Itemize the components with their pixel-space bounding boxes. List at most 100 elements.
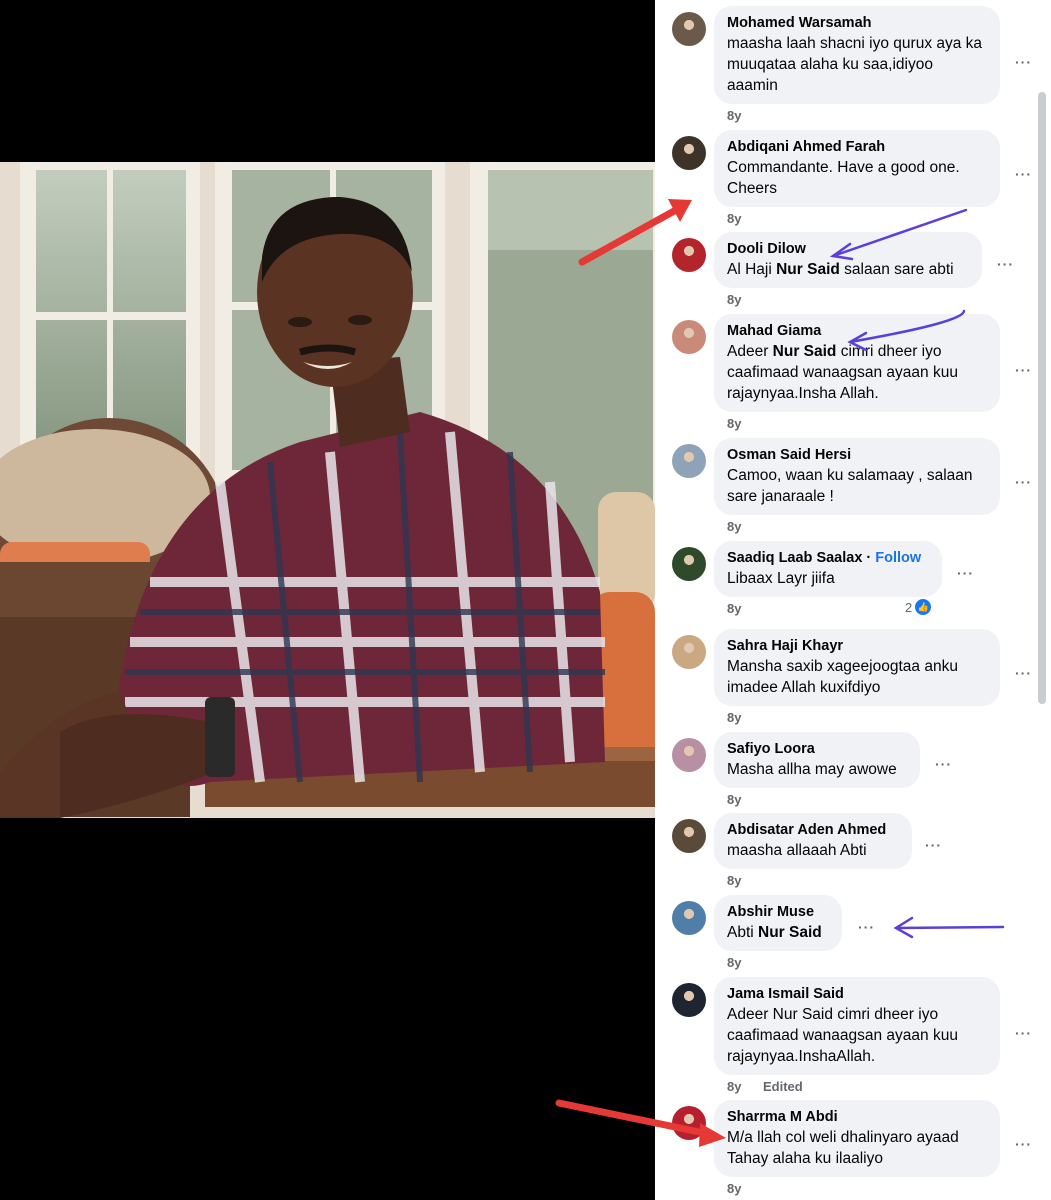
comment-text: Adeer Nur Said cimri dheer iyo caafimaad… bbox=[727, 341, 987, 404]
more-options-icon[interactable]: ··· bbox=[1015, 1025, 1032, 1041]
comment-text: Camoo, waan ku salamaay , salaan sare ja… bbox=[727, 467, 973, 505]
more-options-icon[interactable]: ··· bbox=[957, 565, 974, 581]
comment-bubble: Abdiqani Ahmed Farah Commandante. Have a … bbox=[714, 130, 1000, 207]
comment-bubble: Mohamed Warsamah maasha laah shacni iyo q… bbox=[714, 6, 1000, 104]
more-options-icon[interactable]: ··· bbox=[1015, 166, 1032, 182]
comment-bubble: Dooli Dilow Al Haji Nur Said salaan sare … bbox=[714, 232, 982, 288]
avatar[interactable] bbox=[672, 136, 706, 170]
more-options-icon[interactable]: ··· bbox=[1015, 474, 1032, 490]
avatar[interactable] bbox=[672, 738, 706, 772]
avatar-image bbox=[672, 238, 706, 272]
comment-text: maasha allaaah Abti bbox=[727, 842, 867, 859]
author-name[interactable]: Sharrma M Abdi bbox=[727, 1109, 838, 1125]
more-options-icon[interactable]: ··· bbox=[1015, 54, 1032, 70]
comment-timestamp[interactable]: 8y bbox=[727, 710, 741, 725]
comment-timestamp[interactable]: 8y bbox=[727, 601, 741, 616]
comment-timestamp[interactable]: 8y bbox=[727, 519, 741, 534]
author-name[interactable]: Mahad Giama bbox=[727, 323, 821, 339]
avatar[interactable] bbox=[672, 320, 706, 354]
comment-timestamp[interactable]: 8y bbox=[727, 292, 741, 307]
avatar[interactable] bbox=[672, 819, 706, 853]
comment-author: Saadiq Laab Saalax · Follow bbox=[727, 549, 929, 568]
comment-timestamp[interactable]: 8y bbox=[727, 211, 741, 226]
scrollbar[interactable] bbox=[1038, 92, 1046, 704]
comment-author: Osman Said Hersi bbox=[727, 446, 987, 465]
comment-text: Adeer Nur Said cimri dheer iyo caafimaad… bbox=[727, 1006, 958, 1065]
avatar[interactable] bbox=[672, 901, 706, 935]
separator-dot: · bbox=[866, 550, 872, 566]
avatar-image bbox=[672, 320, 706, 354]
follow-link[interactable]: Follow bbox=[875, 550, 921, 566]
comment-author: Jama Ismail Said bbox=[727, 985, 987, 1004]
comment-timestamp[interactable]: 8y bbox=[727, 792, 741, 807]
photo-panel bbox=[0, 0, 655, 1200]
avatar-image bbox=[672, 901, 706, 935]
comment-author: Sharrma M Abdi bbox=[727, 1108, 987, 1127]
avatar[interactable] bbox=[672, 238, 706, 272]
avatar[interactable] bbox=[672, 12, 706, 46]
mention-name[interactable]: Nur Said bbox=[776, 261, 840, 278]
comment-bubble: Abshir Muse Abti Nur Said bbox=[714, 895, 842, 951]
avatar-image bbox=[672, 444, 706, 478]
mention-name[interactable]: Nur Said bbox=[758, 924, 822, 941]
more-options-icon[interactable]: ··· bbox=[925, 837, 942, 853]
more-options-icon[interactable]: ··· bbox=[1015, 665, 1032, 681]
author-name[interactable]: Jama Ismail Said bbox=[727, 986, 844, 1002]
comment-bubble: Saadiq Laab Saalax · Follow Libaax Layr jii… bbox=[714, 541, 942, 597]
more-options-icon[interactable]: ··· bbox=[1015, 1136, 1032, 1152]
avatar[interactable] bbox=[672, 983, 706, 1017]
author-name[interactable]: Abdisatar Aden Ahmed bbox=[727, 822, 886, 838]
avatar[interactable] bbox=[672, 1106, 706, 1140]
comment-bubble: Jama Ismail Said Adeer Nur Said cimri dhe… bbox=[714, 977, 1000, 1075]
comment-text-part: Abti bbox=[727, 924, 759, 941]
comment-timestamp[interactable]: 8y bbox=[727, 108, 741, 123]
more-options-icon[interactable]: ··· bbox=[858, 919, 875, 935]
reaction-count: 2 bbox=[905, 599, 913, 615]
comment-timestamp[interactable]: 8y bbox=[727, 873, 741, 888]
comment-text-part: salaan sare abti bbox=[839, 261, 954, 278]
comment-text: M/a llah col weli dhalinyaro ayaad Tahay… bbox=[727, 1129, 959, 1167]
author-name[interactable]: Safiyo Loora bbox=[727, 741, 815, 757]
avatar[interactable] bbox=[672, 444, 706, 478]
author-name[interactable]: Dooli Dilow bbox=[727, 241, 806, 257]
comment-author: Dooli Dilow bbox=[727, 240, 969, 259]
author-name[interactable]: Saadiq Laab Saalax bbox=[727, 550, 862, 566]
comment-bubble: Safiyo Loora Masha allha may awowe bbox=[714, 732, 920, 788]
comment-timestamp[interactable]: 8y bbox=[727, 955, 741, 970]
avatar-image bbox=[672, 983, 706, 1017]
comment-author: Abdiqani Ahmed Farah bbox=[727, 138, 987, 157]
author-name[interactable]: Sahra Haji Khayr bbox=[727, 638, 843, 654]
mention-name[interactable]: Nur Said bbox=[773, 343, 837, 360]
avatar-image bbox=[672, 635, 706, 669]
author-name[interactable]: Osman Said Hersi bbox=[727, 447, 851, 463]
more-options-icon[interactable]: ··· bbox=[935, 756, 952, 772]
reaction-summary[interactable]: 2 👍 bbox=[905, 599, 932, 615]
avatar-image bbox=[672, 547, 706, 581]
avatar-image bbox=[672, 819, 706, 853]
author-name[interactable]: Abshir Muse bbox=[727, 904, 814, 920]
comment-author: Mahad Giama bbox=[727, 322, 987, 341]
comment-text: maasha laah shacni iyo qurux aya ka muuq… bbox=[727, 35, 983, 94]
comment-bubble: Sharrma M Abdi M/a llah col weli dhalinya… bbox=[714, 1100, 1000, 1177]
comment-author: Mohamed Warsamah bbox=[727, 14, 987, 33]
avatar[interactable] bbox=[672, 547, 706, 581]
more-options-icon[interactable]: ··· bbox=[997, 256, 1014, 272]
comment-text: Mansha saxib xageejoogtaa anku imadee Al… bbox=[727, 658, 958, 696]
avatar-image bbox=[672, 1106, 706, 1140]
comment-author: Sahra Haji Khayr bbox=[727, 637, 987, 656]
comment-bubble: Osman Said Hersi Camoo, waan ku salamaay … bbox=[714, 438, 1000, 515]
author-name[interactable]: Mohamed Warsamah bbox=[727, 15, 872, 31]
comment-text-part: Adeer bbox=[727, 343, 773, 360]
avatar-image bbox=[672, 12, 706, 46]
comment-author: Abdisatar Aden Ahmed bbox=[727, 821, 899, 840]
comment-author: Abshir Muse bbox=[727, 903, 829, 922]
photo[interactable] bbox=[0, 162, 655, 818]
comment-timestamp[interactable]: 8y bbox=[727, 1079, 741, 1094]
comment-text: Abti Nur Said bbox=[727, 922, 829, 943]
comment-text: Masha allha may awowe bbox=[727, 761, 897, 778]
more-options-icon[interactable]: ··· bbox=[1015, 362, 1032, 378]
author-name[interactable]: Abdiqani Ahmed Farah bbox=[727, 139, 885, 155]
comment-timestamp[interactable]: 8y bbox=[727, 1181, 741, 1196]
comment-timestamp[interactable]: 8y bbox=[727, 416, 741, 431]
avatar[interactable] bbox=[672, 635, 706, 669]
